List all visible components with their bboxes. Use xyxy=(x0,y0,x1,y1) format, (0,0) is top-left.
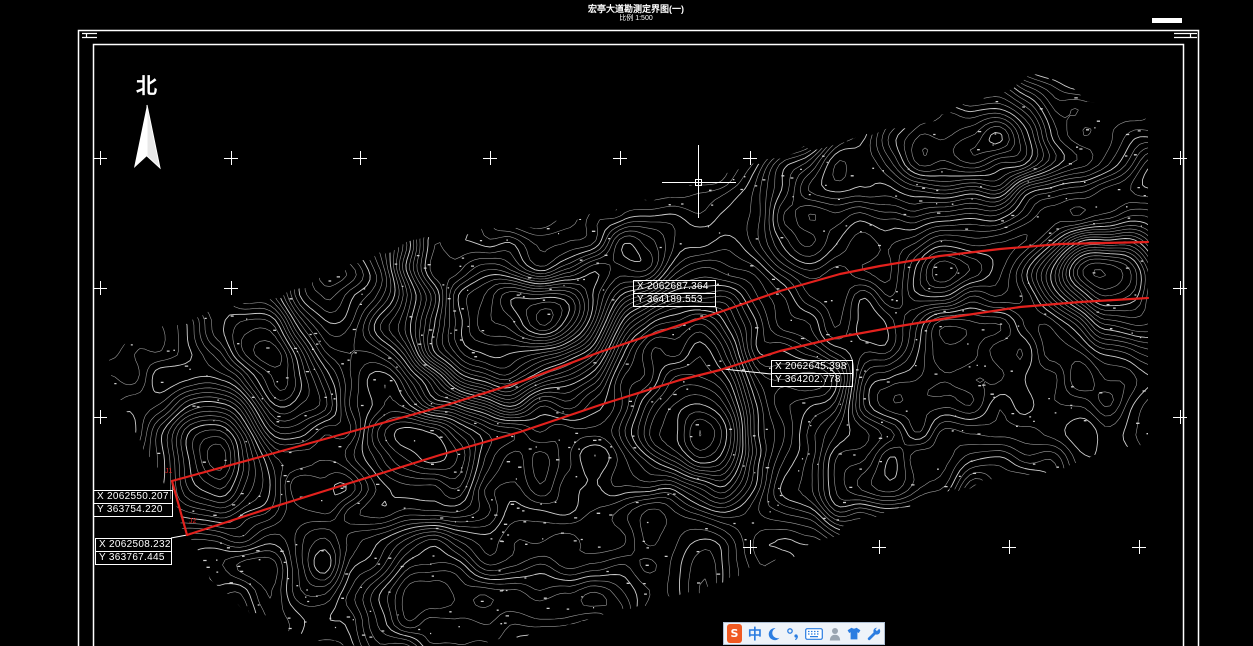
coordinate-y: Y 364189.553 xyxy=(633,294,716,307)
boundary-point-label: J2 xyxy=(189,518,197,525)
skin-icon[interactable] xyxy=(847,624,861,643)
wrench-icon[interactable] xyxy=(867,624,881,643)
contour-line xyxy=(881,94,1148,318)
coordinate-label: X 2062508.232 Y 363767.445 xyxy=(95,538,172,565)
contour-line xyxy=(429,129,1148,505)
drawing-canvas[interactable] xyxy=(0,0,1253,646)
cad-window: 宏亭大道勘测定界图(一) 比例 1:500 北 J1 J2 X 2062687.… xyxy=(0,0,1253,646)
boundary-line-west xyxy=(170,479,189,537)
grid-crosshair xyxy=(743,540,757,554)
grid-crosshair xyxy=(872,540,886,554)
coordinate-x: X 2062645.398 xyxy=(771,360,853,374)
contour-line xyxy=(180,394,732,504)
grid-crosshair xyxy=(224,281,238,295)
drawing-subtitle: 比例 1:500 xyxy=(619,15,653,22)
grid-crosshair xyxy=(743,151,757,165)
contour-line xyxy=(526,83,1148,333)
north-arrow-left-half xyxy=(134,105,147,168)
punctuation-icon[interactable] xyxy=(786,624,800,643)
crosshair-cursor xyxy=(662,145,736,218)
coordinate-x: X 2062550.207 xyxy=(93,490,173,504)
grid-crosshair xyxy=(1173,410,1187,424)
drawing-title: 宏亭大道勘测定界图(一) xyxy=(588,4,684,14)
grid-crosshair xyxy=(353,151,367,165)
contour-line xyxy=(490,73,1148,352)
grid-crosshair xyxy=(1002,540,1016,554)
user-icon[interactable] xyxy=(829,624,841,643)
keyboard-icon[interactable] xyxy=(805,624,824,643)
ime-mode-toggle[interactable]: 中 xyxy=(748,624,762,643)
contour-line xyxy=(466,73,1148,461)
label-leader-line xyxy=(170,534,188,539)
coordinate-x: X 2062508.232 xyxy=(95,538,172,552)
grid-crosshair xyxy=(1132,540,1146,554)
contour-line xyxy=(240,144,1031,629)
corner-mark-top-left xyxy=(82,32,97,39)
panel-bar xyxy=(1152,18,1182,23)
coordinate-y: Y 363767.445 xyxy=(95,552,172,565)
grid-crosshair xyxy=(483,151,497,165)
coordinate-label: X 2062687.364 Y 364189.553 xyxy=(633,280,716,307)
contour-line xyxy=(420,134,1045,514)
grid-crosshair xyxy=(93,410,107,424)
ime-logo-button[interactable]: S xyxy=(727,624,742,643)
corner-mark-top-right xyxy=(1174,32,1197,39)
coordinate-y: Y 364202.778 xyxy=(771,374,853,387)
elevation-points xyxy=(114,97,1148,638)
north-label: 北 xyxy=(136,75,157,98)
contour-line xyxy=(109,234,831,646)
contour-line xyxy=(447,73,1148,497)
contour-map xyxy=(107,73,1148,646)
contour-line xyxy=(536,89,1148,326)
grid-crosshair xyxy=(93,281,107,295)
boundary-line-north xyxy=(170,240,1150,483)
moon-icon[interactable] xyxy=(768,624,780,643)
north-arrow-symbol xyxy=(134,104,161,170)
contour-line xyxy=(253,134,1036,622)
contour-line xyxy=(903,112,1138,302)
coordinate-label: X 2062550.207 Y 363754.220 xyxy=(93,490,173,517)
grid-crosshair xyxy=(93,151,107,165)
grid-crosshair xyxy=(1173,151,1187,165)
contour-line xyxy=(186,229,844,646)
inner-frame xyxy=(92,43,1185,646)
coordinate-x: X 2062687.364 xyxy=(633,280,716,294)
contour-line xyxy=(212,159,984,646)
north-arrow-right-half xyxy=(146,104,161,170)
grid-crosshair xyxy=(613,151,627,165)
grid-crosshair xyxy=(1173,281,1187,295)
contour-line xyxy=(477,73,1148,450)
boundary-point-label: J1 xyxy=(165,468,173,475)
grid-crosshair xyxy=(224,151,238,165)
coordinate-y: Y 363754.220 xyxy=(93,504,173,517)
grid-crosshairs xyxy=(93,151,1187,554)
coordinate-label: X 2062645.398 Y 364202.778 xyxy=(771,360,853,387)
ime-toolbar[interactable]: S 中 xyxy=(723,622,885,645)
contour-line xyxy=(922,121,1124,290)
boundary-line-south xyxy=(185,296,1150,537)
